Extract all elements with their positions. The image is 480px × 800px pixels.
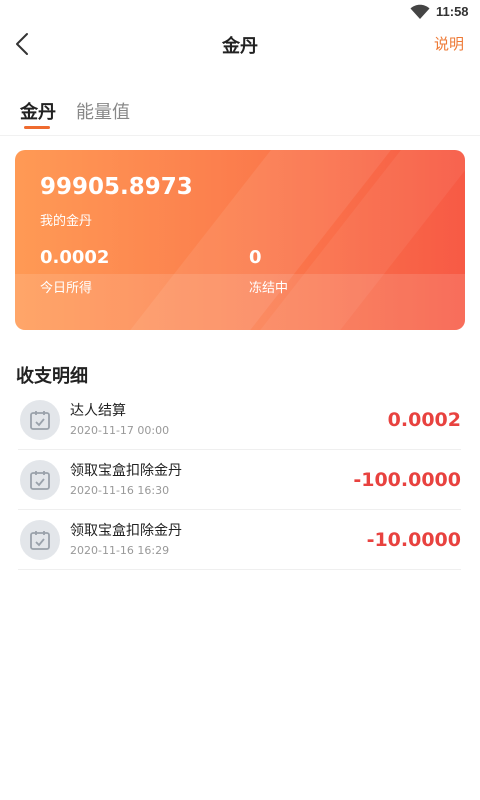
transactions-title: 收支明细: [16, 366, 88, 387]
transaction-amount: -100.0000: [353, 469, 461, 491]
today-earned-label: 今日所得: [40, 281, 93, 296]
tab-bar: 金丹 能量值: [0, 96, 480, 136]
calendar-check-icon: [30, 411, 50, 430]
page-title: 金丹: [222, 36, 258, 57]
tab-gold-pill[interactable]: 金丹: [20, 98, 56, 124]
total-balance-label: 我的金丹: [40, 214, 93, 229]
transaction-title: 领取宝盒扣除金丹: [70, 523, 182, 539]
transaction-title: 达人结算: [70, 403, 126, 419]
transaction-avatar: [20, 400, 60, 440]
transaction-date: 2020-11-16 16:30: [70, 484, 170, 497]
total-balance-value: 99905.8973: [40, 174, 193, 200]
today-earned-value: 0.0002: [40, 247, 110, 268]
transaction-avatar: [20, 460, 60, 500]
transaction-avatar: [20, 520, 60, 560]
transaction-amount: 0.0002: [387, 409, 461, 431]
list-item[interactable]: 领取宝盒扣除金丹 2020-11-16 16:29 -10.0000: [18, 510, 461, 570]
tab-indicator: [24, 126, 50, 129]
frozen-label: 冻结中: [249, 281, 289, 296]
frozen-value: 0: [249, 247, 262, 268]
transaction-date: 2020-11-17 00:00: [70, 424, 170, 437]
tab-energy[interactable]: 能量值: [76, 98, 130, 124]
transaction-date: 2020-11-16 16:29: [70, 544, 170, 557]
list-item[interactable]: 达人结算 2020-11-17 00:00 0.0002: [18, 390, 461, 450]
transaction-list: 达人结算 2020-11-17 00:00 0.0002 领取宝盒扣除金丹 20…: [18, 390, 461, 570]
balance-card: 99905.8973 我的金丹 0.0002 今日所得 0 冻结中: [15, 150, 465, 330]
explain-button[interactable]: 说明: [434, 33, 464, 54]
calendar-check-icon: [30, 531, 50, 550]
list-item[interactable]: 领取宝盒扣除金丹 2020-11-16 16:30 -100.0000: [18, 450, 461, 510]
calendar-check-icon: [30, 471, 50, 490]
wifi-icon: [410, 4, 430, 19]
transaction-title: 领取宝盒扣除金丹: [70, 463, 182, 479]
status-bar: 11:58: [0, 0, 480, 24]
status-time: 11:58: [436, 4, 469, 19]
nav-bar: 金丹 说明: [0, 24, 480, 64]
transaction-amount: -10.0000: [366, 529, 461, 551]
